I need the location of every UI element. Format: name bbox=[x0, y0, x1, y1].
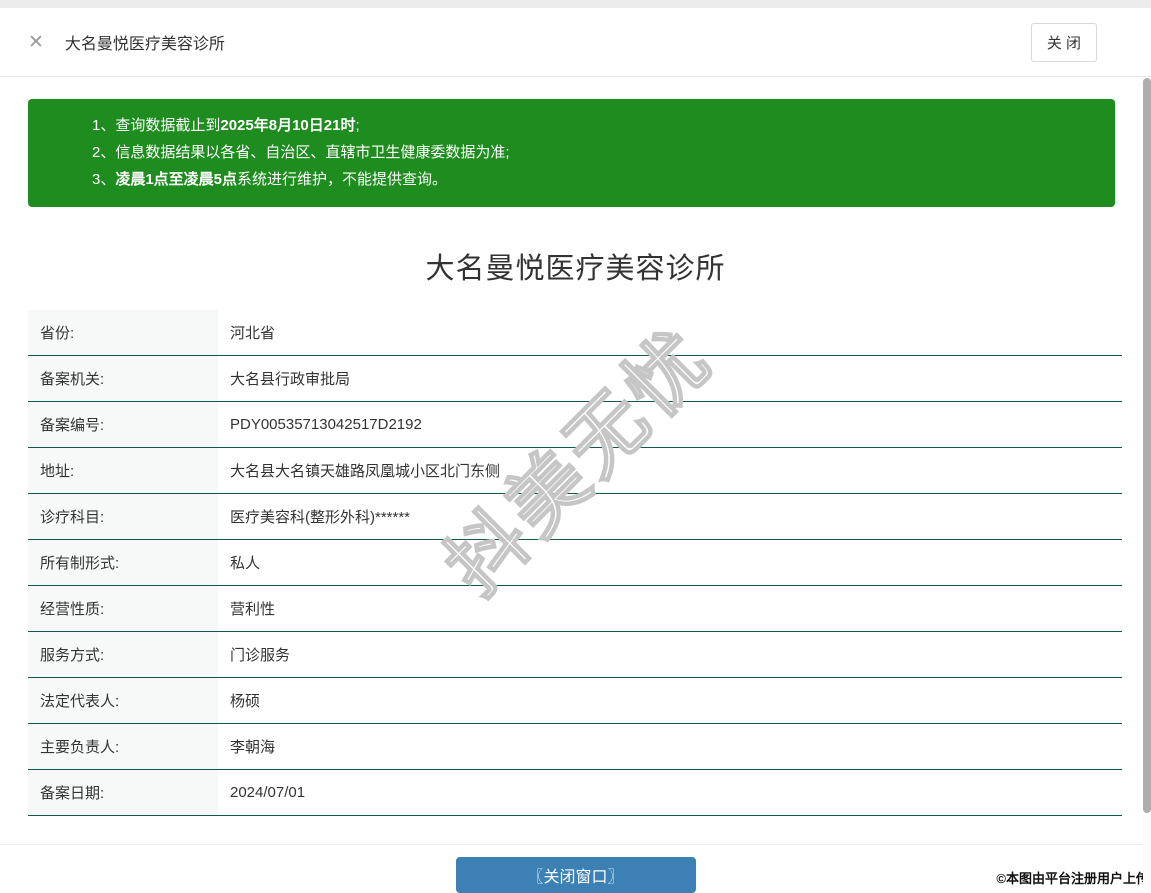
notice-line: 3、凌晨1点至凌晨5点系统进行维护，不能提供查询。 bbox=[92, 171, 448, 188]
table-row: 备案日期: 2024/07/01 bbox=[28, 770, 1122, 816]
row-label: 服务方式: bbox=[28, 632, 218, 677]
row-value: 河北省 bbox=[230, 325, 276, 342]
table-row: 备案机关: 大名县行政审批局 bbox=[28, 356, 1122, 402]
row-value: 杨硕 bbox=[230, 693, 261, 710]
close-icon[interactable]: ✕ bbox=[28, 33, 44, 52]
row-label: 省份: bbox=[28, 310, 218, 355]
notice-line: 1、查询数据截止到2025年8月10日21时; bbox=[92, 117, 360, 134]
table-row: 所有制形式: 私人 bbox=[28, 540, 1122, 586]
page-title: 大名曼悦医疗美容诊所 bbox=[425, 253, 726, 285]
table-row: 省份: 河北省 bbox=[28, 310, 1122, 356]
row-label: 所有制形式: bbox=[28, 540, 218, 585]
row-label: 备案机关: bbox=[28, 356, 218, 401]
row-label: 备案编号: bbox=[28, 402, 218, 447]
window-header: ✕ 大名曼悦医疗美容诊所 关 闭 bbox=[0, 8, 1151, 77]
row-value: 医疗美容科(整形外科)****** bbox=[230, 509, 411, 526]
row-value: 大名县大名镇天雄路凤凰城小区北门东侧 bbox=[230, 463, 501, 480]
row-value: 2024/07/01 bbox=[230, 784, 306, 801]
window-title: 大名曼悦医疗美容诊所 bbox=[64, 36, 225, 53]
button-area: 〖关闭窗口〗 bbox=[0, 845, 1151, 893]
table-row: 服务方式: 门诊服务 bbox=[28, 632, 1122, 678]
image-credit-text: ©本图由平台注册用户上传 bbox=[996, 871, 1149, 886]
row-label: 诊疗科目: bbox=[28, 494, 218, 539]
row-value: 大名县行政审批局 bbox=[230, 371, 351, 388]
table-row: 法定代表人: 杨硕 bbox=[28, 678, 1122, 724]
row-value: 营利性 bbox=[230, 601, 276, 618]
close-button[interactable]: 关 闭 bbox=[1030, 22, 1097, 62]
row-value: PDY00535713042517D2192 bbox=[230, 416, 422, 433]
table-row: 备案编号: PDY00535713042517D2192 bbox=[28, 402, 1122, 448]
row-label: 主要负责人: bbox=[28, 724, 218, 769]
top-strip bbox=[0, 0, 1151, 8]
notice-banner: 1、查询数据截止到2025年8月10日21时; 2、信息数据结果以各省、自治区、直… bbox=[28, 99, 1115, 207]
row-value: 私人 bbox=[230, 555, 261, 572]
scrollbar-thumb[interactable] bbox=[1143, 78, 1151, 813]
detail-table: 省份: 河北省 备案机关: 大名县行政审批局 备案编号: PDY0053571304251… bbox=[28, 310, 1122, 816]
close-window-button[interactable]: 〖关闭窗口〗 bbox=[455, 857, 696, 893]
table-row: 诊疗科目: 医疗美容科(整形外科)****** bbox=[28, 494, 1122, 540]
row-label: 经营性质: bbox=[28, 586, 218, 631]
row-value: 李朝海 bbox=[230, 739, 276, 756]
table-row: 地址: 大名县大名镇天雄路凤凰城小区北门东侧 bbox=[28, 448, 1122, 494]
row-value: 门诊服务 bbox=[230, 647, 291, 664]
table-row: 主要负责人: 李朝海 bbox=[28, 724, 1122, 770]
row-label: 备案日期: bbox=[28, 770, 218, 815]
scrollbar-track[interactable] bbox=[1143, 78, 1151, 890]
notice-line: 2、信息数据结果以各省、自治区、直辖市卫生健康委数据为准; bbox=[92, 144, 510, 161]
table-row: 经营性质: 营利性 bbox=[28, 586, 1122, 632]
row-label: 地址: bbox=[28, 448, 218, 493]
row-label: 法定代表人: bbox=[28, 678, 218, 723]
